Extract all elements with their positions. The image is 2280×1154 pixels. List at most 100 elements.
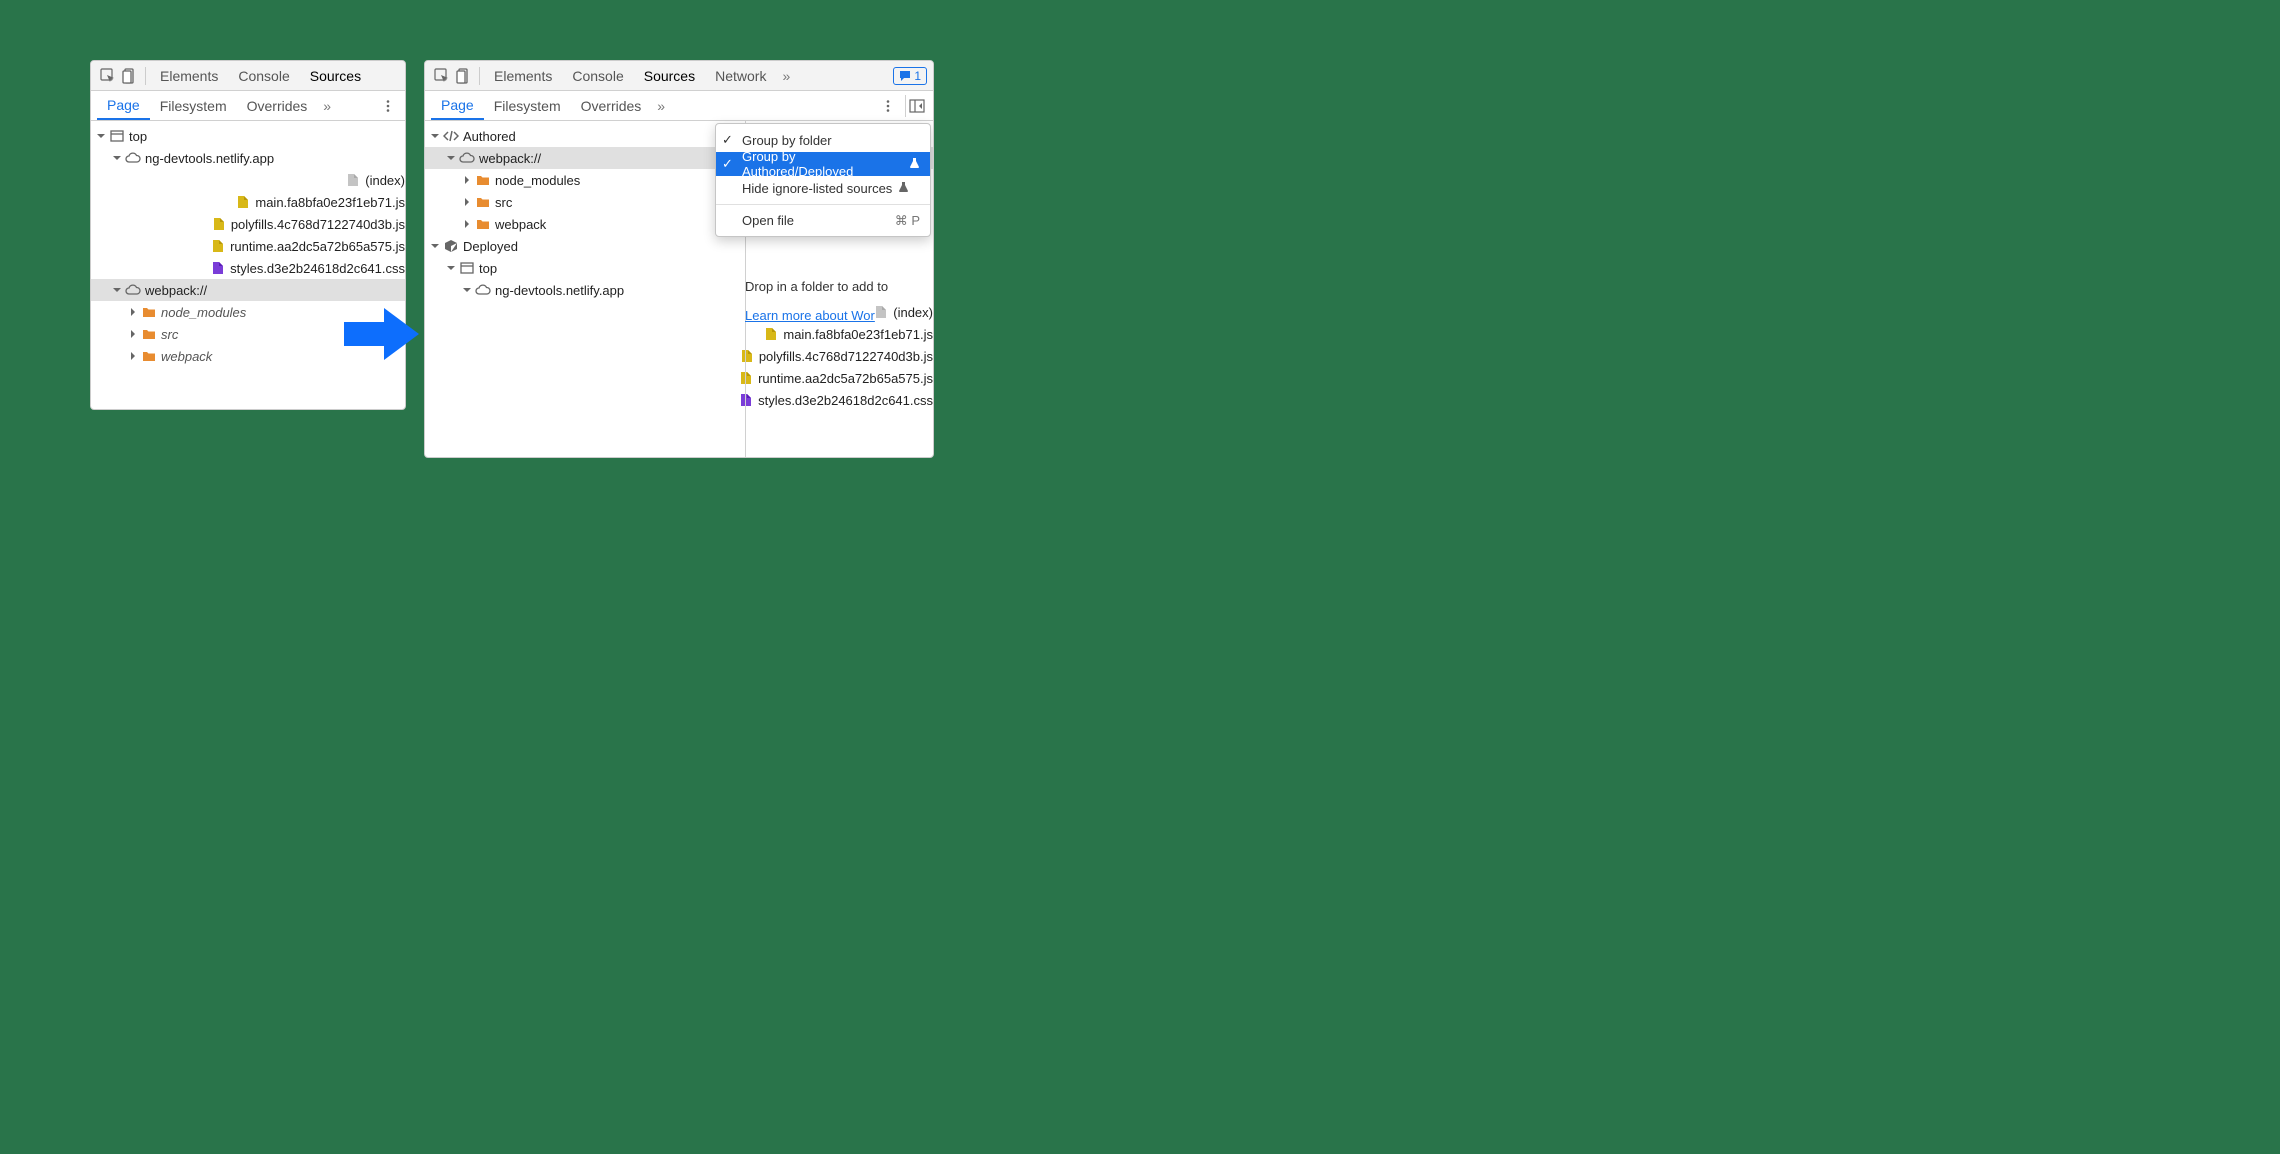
tree-label: src bbox=[161, 327, 178, 342]
inspect-icon[interactable] bbox=[97, 65, 119, 87]
menu-open-file[interactable]: Open file ⌘ P bbox=[716, 204, 930, 232]
tree-label: styles.d3e2b24618d2c641.css bbox=[758, 393, 933, 408]
cloud-icon bbox=[459, 150, 475, 166]
tree-deployed-section[interactable]: Deployed bbox=[425, 235, 933, 257]
tree-label: runtime.aa2dc5a72b65a575.js bbox=[758, 371, 933, 386]
more-tabs-icon[interactable]: » bbox=[651, 98, 671, 114]
file-main-js[interactable]: main.fa8bfa0e23f1eb71.js bbox=[91, 191, 405, 213]
folder-icon bbox=[475, 172, 491, 188]
frame-icon bbox=[109, 128, 125, 144]
file-runtime-js[interactable]: runtime.aa2dc5a72b65a575.js bbox=[425, 367, 933, 389]
tab-console[interactable]: Console bbox=[562, 61, 633, 90]
inspect-icon[interactable] bbox=[431, 65, 453, 87]
css-file-icon bbox=[210, 260, 226, 276]
file-styles-css[interactable]: styles.d3e2b24618d2c641.css bbox=[91, 257, 405, 279]
tab-sources[interactable]: Sources bbox=[300, 61, 371, 90]
subtab-filesystem[interactable]: Filesystem bbox=[484, 91, 571, 120]
subtab-overrides[interactable]: Overrides bbox=[237, 91, 318, 120]
chevron-down-icon bbox=[111, 284, 123, 296]
chevron-down-icon bbox=[445, 152, 457, 164]
file-polyfills-js[interactable]: polyfills.4c768d7122740d3b.js bbox=[91, 213, 405, 235]
folder-icon bbox=[141, 304, 157, 320]
tab-network[interactable]: Network bbox=[705, 61, 776, 90]
more-tabs-icon[interactable]: » bbox=[317, 98, 337, 114]
tree-label: Authored bbox=[463, 129, 516, 144]
subtab-page[interactable]: Page bbox=[431, 91, 484, 120]
tree-top[interactable]: top bbox=[91, 125, 405, 147]
tree-label: polyfills.4c768d7122740d3b.js bbox=[231, 217, 405, 232]
file-styles-css[interactable]: styles.d3e2b24618d2c641.css bbox=[425, 389, 933, 411]
tree-label: top bbox=[479, 261, 497, 276]
tree-label: webpack:// bbox=[479, 151, 541, 166]
tree-label: main.fa8bfa0e23f1eb71.js bbox=[255, 195, 405, 210]
collapse-sidebar-icon[interactable] bbox=[905, 95, 927, 117]
tree-top[interactable]: top bbox=[425, 257, 933, 279]
tab-elements[interactable]: Elements bbox=[484, 61, 562, 90]
tree-webpack[interactable]: webpack:// bbox=[91, 279, 405, 301]
folder-icon bbox=[141, 326, 157, 342]
more-tabs-icon[interactable]: » bbox=[776, 68, 796, 84]
tab-console[interactable]: Console bbox=[228, 61, 299, 90]
css-file-icon bbox=[738, 392, 754, 408]
learn-more-link[interactable]: Learn more about Wor bbox=[745, 308, 875, 323]
chevron-right-icon bbox=[127, 350, 139, 362]
file-polyfills-js[interactable]: polyfills.4c768d7122740d3b.js bbox=[425, 345, 933, 367]
menu-group-by-authored-deployed[interactable]: ✓ Group by Authored/Deployed bbox=[716, 152, 930, 176]
tree-label: styles.d3e2b24618d2c641.css bbox=[230, 261, 405, 276]
check-icon: ✓ bbox=[722, 132, 733, 148]
cloud-icon bbox=[475, 282, 491, 298]
tab-sources[interactable]: Sources bbox=[634, 61, 705, 90]
tree-label: (index) bbox=[365, 173, 405, 188]
tree-label: webpack:// bbox=[145, 283, 207, 298]
folder-icon bbox=[141, 348, 157, 364]
folder-icon bbox=[475, 194, 491, 210]
feedback-badge[interactable]: 1 bbox=[893, 67, 927, 85]
tree-label: main.fa8bfa0e23f1eb71.js bbox=[783, 327, 933, 342]
chevron-down-icon bbox=[461, 284, 473, 296]
code-icon bbox=[443, 128, 459, 144]
kebab-menu-icon[interactable] bbox=[377, 95, 399, 117]
arrow-right-icon bbox=[344, 306, 419, 362]
js-file-icon bbox=[763, 326, 779, 342]
tree-label: node_modules bbox=[495, 173, 580, 188]
chevron-right-icon bbox=[461, 174, 473, 186]
main-tab-bar: Elements Console Sources Network » 1 bbox=[425, 61, 933, 91]
flask-icon bbox=[898, 181, 909, 196]
subtab-filesystem[interactable]: Filesystem bbox=[150, 91, 237, 120]
tree-label: runtime.aa2dc5a72b65a575.js bbox=[230, 239, 405, 254]
menu-hide-ignore-listed[interactable]: Hide ignore-listed sources bbox=[716, 176, 930, 200]
tree-label: top bbox=[129, 129, 147, 144]
device-toggle-icon[interactable] bbox=[453, 65, 475, 87]
menu-label: Group by Authored/Deployed bbox=[742, 149, 903, 179]
chevron-right-icon bbox=[461, 218, 473, 230]
file-index[interactable]: (index) bbox=[91, 169, 405, 191]
chat-icon bbox=[899, 70, 911, 82]
js-file-icon bbox=[738, 370, 754, 386]
kebab-menu-icon[interactable] bbox=[877, 95, 899, 117]
menu-label: Open file bbox=[742, 213, 794, 228]
device-toggle-icon[interactable] bbox=[119, 65, 141, 87]
tree-label: polyfills.4c768d7122740d3b.js bbox=[759, 349, 933, 364]
flask-icon bbox=[909, 157, 920, 172]
subtab-overrides[interactable]: Overrides bbox=[571, 91, 652, 120]
subtab-page[interactable]: Page bbox=[97, 91, 150, 120]
file-main-js[interactable]: main.fa8bfa0e23f1eb71.js bbox=[425, 323, 933, 345]
chevron-down-icon bbox=[429, 130, 441, 142]
sources-context-menu: ✓ Group by folder ✓ Group by Authored/De… bbox=[715, 123, 931, 237]
chevron-right-icon bbox=[127, 306, 139, 318]
divider bbox=[479, 67, 480, 85]
devtools-panel-after: Elements Console Sources Network » 1 Pag… bbox=[424, 60, 934, 458]
divider bbox=[145, 67, 146, 85]
feedback-count: 1 bbox=[914, 69, 921, 83]
workspace-hint: Drop in a folder to add to Learn more ab… bbox=[745, 279, 925, 323]
tree-domain[interactable]: ng-devtools.netlify.app bbox=[91, 147, 405, 169]
chevron-down-icon bbox=[95, 130, 107, 142]
tab-elements[interactable]: Elements bbox=[150, 61, 228, 90]
menu-label: Hide ignore-listed sources bbox=[742, 181, 892, 196]
check-icon: ✓ bbox=[722, 156, 733, 172]
tree-label: webpack bbox=[495, 217, 546, 232]
main-tab-bar: Elements Console Sources bbox=[91, 61, 405, 91]
sources-sub-tab-bar: Page Filesystem Overrides » bbox=[425, 91, 933, 121]
deploy-icon bbox=[443, 238, 459, 254]
file-runtime-js[interactable]: runtime.aa2dc5a72b65a575.js bbox=[91, 235, 405, 257]
